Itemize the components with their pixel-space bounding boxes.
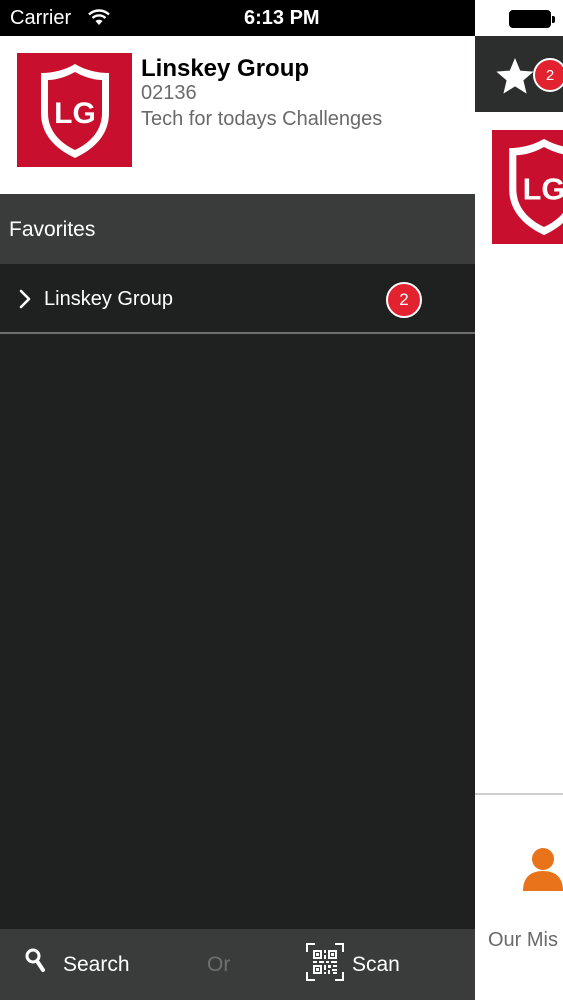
our-mission-label: Our Mis xyxy=(488,929,558,951)
status-time: 6:13 PM xyxy=(244,7,320,29)
drawer-footer: Search Or Scan xyxy=(0,929,475,1000)
or-label: Or xyxy=(207,953,231,976)
qr-code-icon xyxy=(306,943,344,981)
search-button[interactable]: Search xyxy=(20,943,150,987)
chevron-right-icon xyxy=(19,289,31,309)
main-panel[interactable]: 2 LG Our Mis xyxy=(475,0,563,1000)
favorites-section-header: Favorites xyxy=(0,194,475,264)
screen: 2 LG Our Mis Carrier 6:13 PM LG Linskey … xyxy=(0,0,563,1000)
side-drawer: Carrier 6:13 PM LG Linskey Group 02136 T… xyxy=(0,0,475,1000)
profile-header[interactable]: LG Linskey Group 02136 Tech for todays C… xyxy=(0,36,475,194)
favorite-item-label: Linskey Group xyxy=(44,288,173,310)
org-tagline: Tech for todays Challenges xyxy=(141,108,383,130)
main-status-bar xyxy=(475,0,563,36)
main-logo-text: LG xyxy=(523,171,563,206)
main-org-logo: LG xyxy=(492,130,563,244)
logo-text: LG xyxy=(54,97,96,130)
main-nav-bar: 2 xyxy=(475,36,563,112)
main-bottom-card[interactable]: Our Mis xyxy=(475,793,563,1000)
search-icon xyxy=(25,948,45,972)
star-icon xyxy=(496,58,534,94)
scan-label: Scan xyxy=(352,953,400,976)
battery-icon xyxy=(509,10,555,28)
favorites-count-badge: 2 xyxy=(533,58,563,92)
favorites-star-button[interactable]: 2 xyxy=(493,54,563,98)
wifi-icon xyxy=(88,9,110,25)
search-label: Search xyxy=(63,953,130,976)
shield-logo-icon: LG xyxy=(509,138,563,236)
org-logo: LG xyxy=(17,53,132,167)
scan-button[interactable]: Scan xyxy=(306,943,426,987)
favorites-title: Favorites xyxy=(9,218,96,241)
status-bar: Carrier 6:13 PM xyxy=(0,0,475,36)
person-icon xyxy=(521,847,563,893)
org-zip: 02136 xyxy=(141,82,197,104)
shield-logo-icon: LG xyxy=(41,64,109,158)
carrier-label: Carrier xyxy=(10,7,72,29)
favorite-item-badge: 2 xyxy=(386,282,422,318)
org-name: Linskey Group xyxy=(141,55,310,82)
